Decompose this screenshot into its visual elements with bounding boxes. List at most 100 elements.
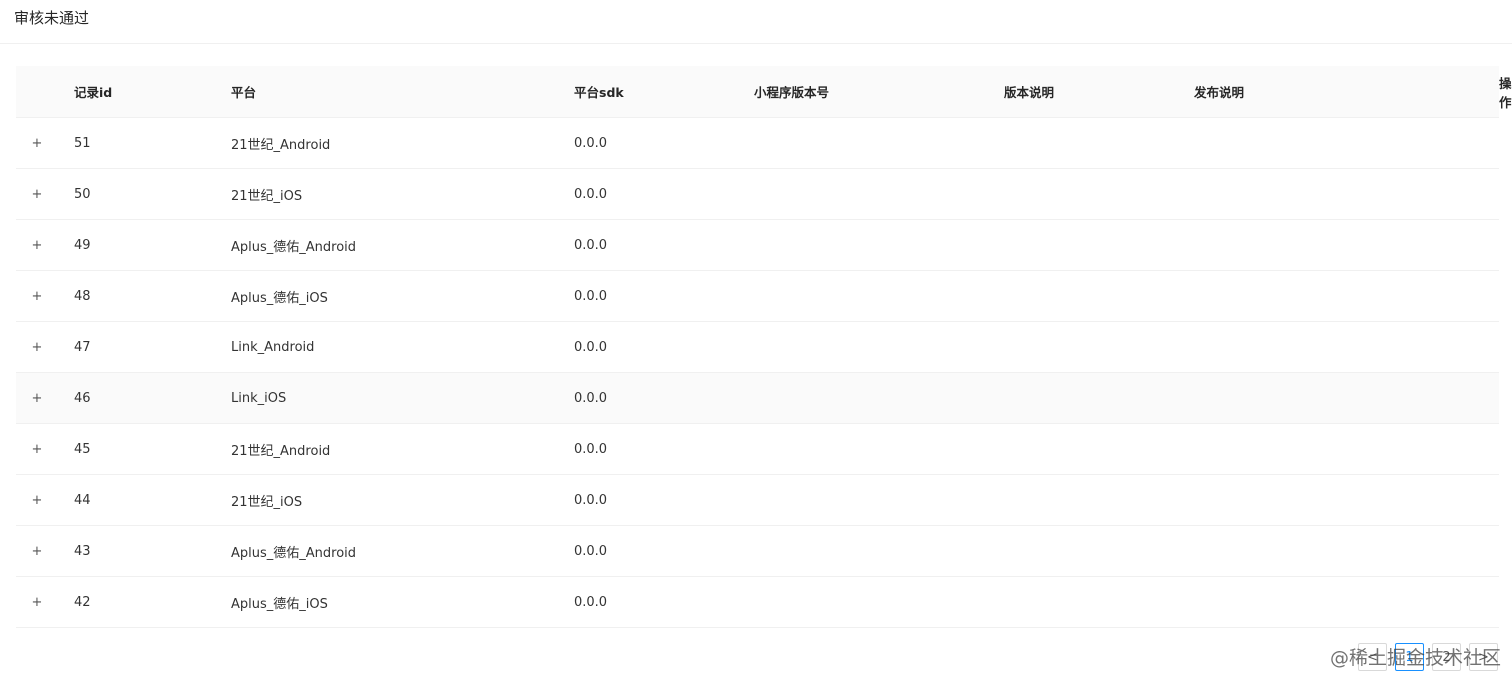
expand-row-icon[interactable]: +: [30, 187, 44, 202]
expand-cell: +: [16, 576, 74, 628]
records-table: 记录id 平台 平台sdk 小程序版本号 版本说明 发布说明 操作 +51 21世…: [16, 66, 1512, 628]
page-title: 审核未通过: [14, 9, 90, 27]
record-id-cell: 50: [74, 168, 231, 220]
release-notes-cell: [1194, 372, 1499, 424]
record-id-cell: 45: [74, 423, 231, 475]
table-row[interactable]: +44 21世纪_iOS 0.0.0: [16, 474, 1499, 526]
table-row[interactable]: +47 Link_Android 0.0.0: [16, 321, 1499, 373]
table-row[interactable]: +50 21世纪_iOS 0.0.0: [16, 168, 1499, 220]
platform-sdk-cell: 0.0.0: [574, 270, 754, 322]
expand-cell: +: [16, 321, 74, 373]
expand-row-icon[interactable]: +: [30, 136, 44, 151]
version-notes-cell: [1004, 423, 1194, 475]
records-table-container: 记录id 平台 平台sdk 小程序版本号 版本说明 发布说明 操作 +51 21世…: [16, 66, 1512, 628]
table-row[interactable]: +45 21世纪_Android 0.0.0: [16, 423, 1499, 475]
release-notes-cell: [1194, 525, 1499, 577]
record-id-cell: 48: [74, 270, 231, 322]
platform-cell: Aplus_德佑_iOS: [231, 576, 574, 628]
platform-cell: 21世纪_iOS: [231, 474, 574, 526]
table-row[interactable]: +43 Aplus_德佑_Android 0.0.0: [16, 525, 1499, 577]
expand-cell: +: [16, 372, 74, 424]
release-notes-cell: [1194, 270, 1499, 322]
expand-cell: +: [16, 423, 74, 475]
mini-program-version-cell: [754, 321, 1004, 373]
table-row[interactable]: +48 Aplus_德佑_iOS 0.0.0: [16, 270, 1499, 322]
version-notes-cell: [1004, 321, 1194, 373]
mini-program-version-cell: [754, 117, 1004, 169]
expand-cell: +: [16, 525, 74, 577]
record-id-cell: 47: [74, 321, 231, 373]
release-notes-cell: [1194, 117, 1499, 169]
expand-row-icon[interactable]: +: [30, 544, 44, 559]
page: 审核未通过 记录id 平台 平台sdk 小程序版本号 版本说明 发布说明 操作 …: [0, 0, 1512, 685]
pagination-prev-button[interactable]: <: [1358, 643, 1387, 671]
expand-row-icon[interactable]: +: [30, 289, 44, 304]
record-id-cell: 46: [74, 372, 231, 424]
table-row[interactable]: +49 Aplus_德佑_Android 0.0.0: [16, 219, 1499, 271]
platform-cell: Aplus_德佑_Android: [231, 219, 574, 271]
platform-sdk-cell: 0.0.0: [574, 321, 754, 373]
table-row[interactable]: +51 21世纪_Android 0.0.0: [16, 117, 1499, 169]
platform-sdk-cell: 0.0.0: [574, 372, 754, 424]
record-id-cell: 51: [74, 117, 231, 169]
pagination-page-2[interactable]: 2: [1432, 643, 1461, 671]
table-row[interactable]: +42 Aplus_德佑_iOS 0.0.0: [16, 576, 1499, 628]
platform-sdk-cell: 0.0.0: [574, 219, 754, 271]
version-notes-cell: [1004, 525, 1194, 577]
version-notes-cell: [1004, 576, 1194, 628]
column-header-record-id[interactable]: 记录id: [74, 66, 231, 118]
release-notes-cell: [1194, 168, 1499, 220]
column-header-mini-program-version[interactable]: 小程序版本号: [754, 66, 1004, 118]
expand-cell: +: [16, 270, 74, 322]
mini-program-version-cell: [754, 576, 1004, 628]
version-notes-cell: [1004, 270, 1194, 322]
record-id-cell: 42: [74, 576, 231, 628]
version-notes-cell: [1004, 372, 1194, 424]
column-header-platform-sdk[interactable]: 平台sdk: [574, 66, 754, 118]
version-notes-cell: [1004, 117, 1194, 169]
column-header-release-notes[interactable]: 发布说明: [1194, 66, 1499, 118]
pagination: < 1 2 >: [1358, 643, 1498, 671]
platform-cell: Link_Android: [231, 321, 574, 373]
table-row[interactable]: +46 Link_iOS 0.0.0: [16, 372, 1499, 424]
release-notes-cell: [1194, 576, 1499, 628]
mini-program-version-cell: [754, 168, 1004, 220]
expand-row-icon[interactable]: +: [30, 493, 44, 508]
platform-cell: 21世纪_Android: [231, 117, 574, 169]
expand-row-icon[interactable]: +: [30, 595, 44, 610]
expand-cell: +: [16, 168, 74, 220]
table-header: 记录id 平台 平台sdk 小程序版本号 版本说明 发布说明 操作: [16, 66, 1512, 118]
platform-cell: Link_iOS: [231, 372, 574, 424]
platform-cell: Aplus_德佑_iOS: [231, 270, 574, 322]
column-header-platform[interactable]: 平台: [231, 66, 574, 118]
expand-row-icon[interactable]: +: [30, 238, 44, 253]
mini-program-version-cell: [754, 474, 1004, 526]
record-id-cell: 43: [74, 525, 231, 577]
platform-cell: 21世纪_iOS: [231, 168, 574, 220]
expand-cell: +: [16, 219, 74, 271]
page-header: 审核未通过: [0, 0, 1512, 44]
expand-row-icon[interactable]: +: [30, 442, 44, 457]
column-header-version-notes[interactable]: 版本说明: [1004, 66, 1194, 118]
mini-program-version-cell: [754, 525, 1004, 577]
platform-sdk-cell: 0.0.0: [574, 474, 754, 526]
pagination-next-button[interactable]: >: [1469, 643, 1498, 671]
mini-program-version-cell: [754, 270, 1004, 322]
platform-sdk-cell: 0.0.0: [574, 168, 754, 220]
record-id-cell: 44: [74, 474, 231, 526]
platform-cell: Aplus_德佑_Android: [231, 525, 574, 577]
release-notes-cell: [1194, 321, 1499, 373]
mini-program-version-cell: [754, 219, 1004, 271]
expand-row-icon[interactable]: +: [30, 391, 44, 406]
platform-sdk-cell: 0.0.0: [574, 525, 754, 577]
version-notes-cell: [1004, 168, 1194, 220]
record-id-cell: 49: [74, 219, 231, 271]
release-notes-cell: [1194, 474, 1499, 526]
table-body: +51 21世纪_Android 0.0.0 +50 21世纪_iOS 0.0.0 +49 A…: [16, 117, 1499, 628]
expand-cell: +: [16, 474, 74, 526]
platform-cell: 21世纪_Android: [231, 423, 574, 475]
pagination-page-1[interactable]: 1: [1395, 643, 1424, 671]
platform-sdk-cell: 0.0.0: [574, 117, 754, 169]
mini-program-version-cell: [754, 423, 1004, 475]
expand-row-icon[interactable]: +: [30, 340, 44, 355]
